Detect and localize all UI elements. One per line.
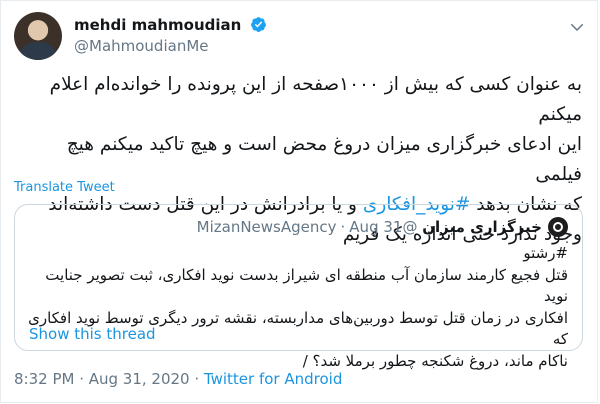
author-avatar[interactable]	[14, 12, 62, 60]
author-block[interactable]: mehdi mahmoudian @MahmoudianMe	[74, 14, 267, 55]
chevron-down-icon[interactable]	[568, 18, 586, 36]
meta-separator: ·	[189, 370, 204, 388]
show-thread-link[interactable]: Show this thread	[29, 325, 156, 343]
tweet-timestamp[interactable]: 8:32 PM · Aug 31, 2020	[14, 370, 190, 388]
verified-badge-icon	[251, 17, 267, 32]
author-display-name[interactable]: mehdi mahmoudian	[74, 16, 241, 34]
translate-tweet-link[interactable]: Translate Tweet	[14, 180, 115, 195]
quoted-text: #رشتو قتل فجیع کارمند سازمان آب منطقه ای…	[28, 244, 568, 370]
quoted-display-name[interactable]: خبرگزاری میزان	[422, 218, 542, 236]
quoted-date[interactable]: Aug 31	[349, 218, 402, 236]
quoted-tweet[interactable]: خبرگزاری میزان @MizanNewsAgency· Aug 31 #…	[14, 204, 583, 370]
author-handle[interactable]: @MahmoudianMe	[74, 37, 267, 55]
quoted-tweet-header: خبرگزاری میزان @MizanNewsAgency· Aug 31	[197, 217, 568, 237]
quoted-separator: ·	[340, 218, 346, 236]
tweet-source[interactable]: Twitter for Android	[204, 370, 342, 388]
tweet-meta: 8:32 PM · Aug 31, 2020 · Twitter for And…	[14, 370, 342, 388]
quoted-avatar[interactable]	[548, 217, 568, 237]
